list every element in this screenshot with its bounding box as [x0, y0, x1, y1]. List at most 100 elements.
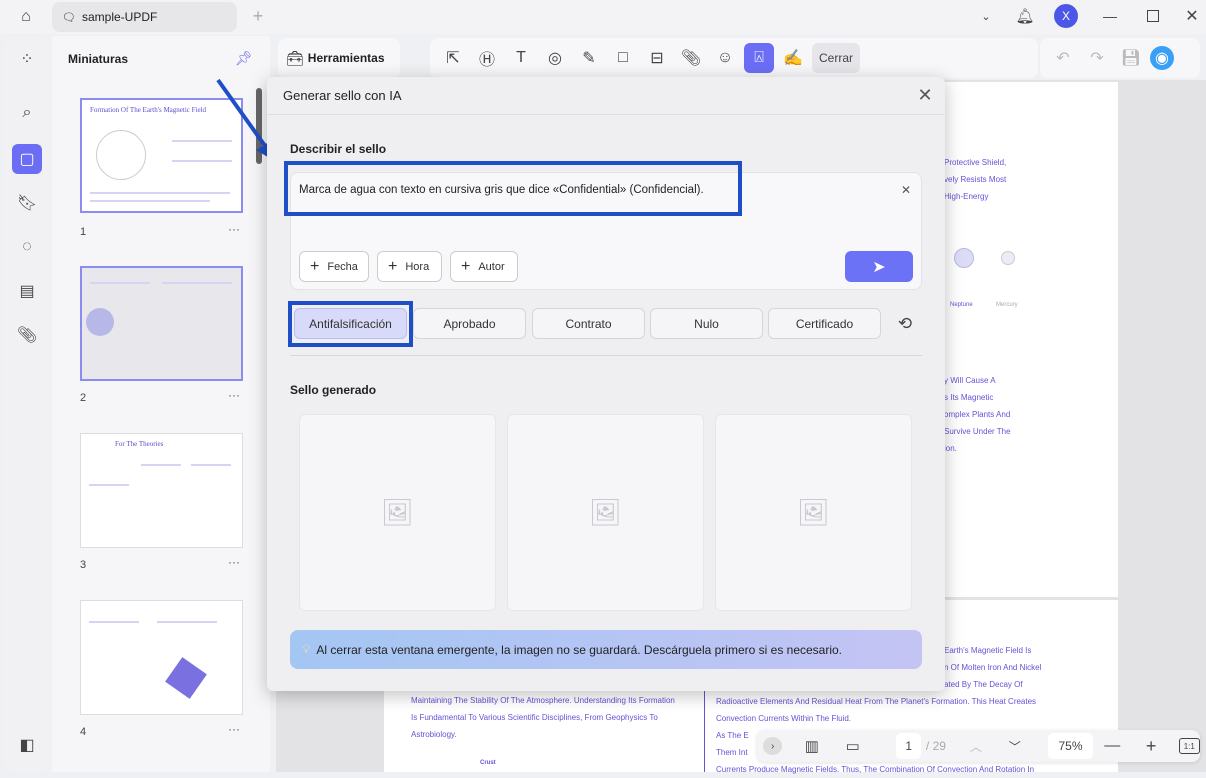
next-page-icon[interactable]: ﹀ [995, 733, 1034, 759]
form-icon[interactable]: ▤ [12, 276, 42, 306]
avatar[interactable]: X [1054, 4, 1078, 28]
page-text: Astrobiology. [411, 730, 457, 739]
ai-assistant-icon[interactable]: ◉ [1150, 46, 1174, 70]
attachment-icon[interactable]: 📎︎ [12, 320, 42, 350]
highlight-box [288, 301, 413, 347]
tab-title: sample-UPDF [81, 10, 158, 24]
page-number: 4 [80, 726, 87, 738]
close-window-icon[interactable]: ✕ [1182, 6, 1202, 26]
planet-label: Neptune [950, 302, 973, 308]
generated-stamp-slot[interactable]: 🖼︎ [299, 414, 496, 611]
image-placeholder-icon: 🖼︎ [380, 497, 414, 527]
close-tools-button[interactable]: Cerrar [812, 43, 860, 73]
thumbnail-title: Formation Of The Earth's Magnetic Field [90, 106, 207, 114]
page-text: vely Resists Most [944, 175, 1007, 184]
undo-icon[interactable]: ↶ [1048, 43, 1078, 73]
category-contrato[interactable]: Contrato [532, 308, 645, 339]
actual-size-button[interactable]: 1:1 [1178, 738, 1200, 754]
bell-icon[interactable]: 🔔︎ [1014, 5, 1036, 27]
generated-stamp-slot[interactable]: 🖼︎ [507, 414, 704, 611]
page-text: Radioactive Elements And Residual Heat F… [716, 697, 1037, 706]
page-number: 2 [80, 392, 87, 404]
thumbnails-icon[interactable]: ▢ [12, 144, 42, 174]
clear-icon[interactable]: ✕ [901, 183, 911, 197]
zoom-level[interactable]: 75% [1048, 733, 1093, 759]
signature-icon[interactable]: ✍ [778, 43, 808, 73]
category-aprobado[interactable]: Aprobado [413, 308, 526, 339]
notice-text: Al cerrar esta ventana emergente, la ima… [316, 642, 843, 657]
minimize-icon[interactable]: — [1100, 6, 1120, 26]
refresh-icon[interactable]: ⟲ [893, 313, 917, 335]
comment-icon[interactable]: ◌ [12, 232, 42, 262]
page-number-input[interactable]: 1 [896, 733, 922, 759]
comment-icon[interactable]: ◎ [540, 43, 570, 73]
expand-icon[interactable]: › [763, 737, 783, 755]
home-icon[interactable]: ⌂ [14, 6, 38, 28]
shape-icon[interactable]: □ [608, 43, 638, 73]
prev-page-icon[interactable]: ︿ [957, 733, 996, 759]
image-placeholder-icon: 🖼︎ [796, 497, 830, 527]
chevron-down-icon[interactable]: ⌄ [976, 6, 996, 26]
comment-icon: 🗨 [62, 11, 76, 24]
save-icon[interactable]: 💾︎ [1116, 43, 1146, 73]
more-icon[interactable]: ··· [228, 555, 240, 569]
page-text: Currents Produce Magnetic Fields. Thus, … [716, 765, 1035, 774]
page-text: omplex Plants And [944, 410, 1011, 419]
text-icon[interactable]: T [506, 43, 536, 73]
thumbnail-page-4[interactable] [80, 600, 243, 715]
zoom-in-icon[interactable]: + [1132, 733, 1171, 759]
maximize-icon[interactable] [1143, 6, 1163, 26]
crust-label: Crust [480, 760, 496, 766]
measure-icon[interactable]: ⊟ [642, 43, 672, 73]
page-layout-icon[interactable]: ▥ [792, 733, 831, 759]
panel-title: Miniaturas [68, 52, 129, 66]
more-icon[interactable]: ··· [228, 222, 240, 236]
close-icon[interactable]: ✕ [915, 85, 935, 105]
insert-time-button[interactable]: + Hora [377, 251, 442, 282]
tools-label: Herramientas [307, 51, 385, 65]
describe-label: Describir el sello [290, 142, 387, 156]
more-icon[interactable]: ··· [228, 388, 240, 402]
redo-icon[interactable]: ↷ [1082, 43, 1112, 73]
document-tab[interactable]: 🗨 sample-UPDF [52, 2, 237, 32]
plus-icon: + [461, 257, 471, 275]
presentation-icon[interactable]: ▭ [833, 733, 872, 759]
highlight-icon[interactable]: Ⓗ [472, 43, 502, 73]
tools-button[interactable]: 🧰︎ Herramientas [278, 38, 400, 78]
search-icon[interactable]: ⌕ [12, 98, 42, 128]
thumbnail-page-2[interactable] [80, 266, 243, 381]
page-number: 3 [80, 559, 87, 571]
apps-icon[interactable]: ⁘ [12, 44, 42, 74]
ai-stamp-dialog: Generar sello con IA ✕ Describir el sell… [267, 77, 945, 691]
insert-date-button[interactable]: + Fecha [299, 251, 369, 282]
new-tab-icon[interactable]: + [248, 6, 268, 26]
attachment-icon[interactable]: 📎︎ [676, 43, 706, 73]
thumbnail-title: For The Theories [115, 440, 164, 448]
toolbox-icon: 🧰︎ [286, 49, 304, 66]
insert-author-button[interactable]: + Autor [450, 251, 518, 282]
pencil-icon[interactable]: ✎ [574, 43, 604, 73]
bookmark-icon[interactable]: 🔖︎ [12, 188, 42, 218]
zoom-out-icon[interactable]: — [1093, 733, 1132, 759]
page-text: Convection Currents Within The Fluid. [716, 714, 852, 723]
category-certificado[interactable]: Certificado [768, 308, 881, 339]
thumbnail-page-3[interactable]: For The Theories [80, 433, 243, 548]
generated-stamp-slot[interactable]: 🖼︎ [715, 414, 912, 611]
planet-label: Mercury [996, 302, 1018, 308]
send-button[interactable]: ➤ [845, 251, 913, 282]
stamp-icon[interactable]: ⍓ [744, 43, 774, 73]
more-icon[interactable]: ··· [228, 722, 240, 736]
title-bar: ⌂ 🗨 sample-UPDF + ⌄ 🔔︎ X — ✕ [0, 0, 1206, 34]
category-nulo[interactable]: Nulo [650, 308, 763, 339]
sticker-icon[interactable]: ☺ [710, 43, 740, 73]
layers-icon[interactable]: ◧ [12, 730, 42, 760]
select-icon[interactable]: ⇱ [438, 43, 468, 73]
image-placeholder-icon: 🖼︎ [588, 497, 622, 527]
page-text: Survive Under The [944, 427, 1011, 436]
page-text: s Its Magnetic [944, 393, 994, 402]
generated-label: Sello generado [290, 383, 377, 397]
page-number: 1 [80, 226, 87, 238]
page-text: Is Fundamental To Various Scientific Dis… [411, 713, 658, 722]
pin-icon[interactable]: 📌︎ [235, 50, 253, 67]
page-text: y Will Cause A [944, 376, 996, 385]
